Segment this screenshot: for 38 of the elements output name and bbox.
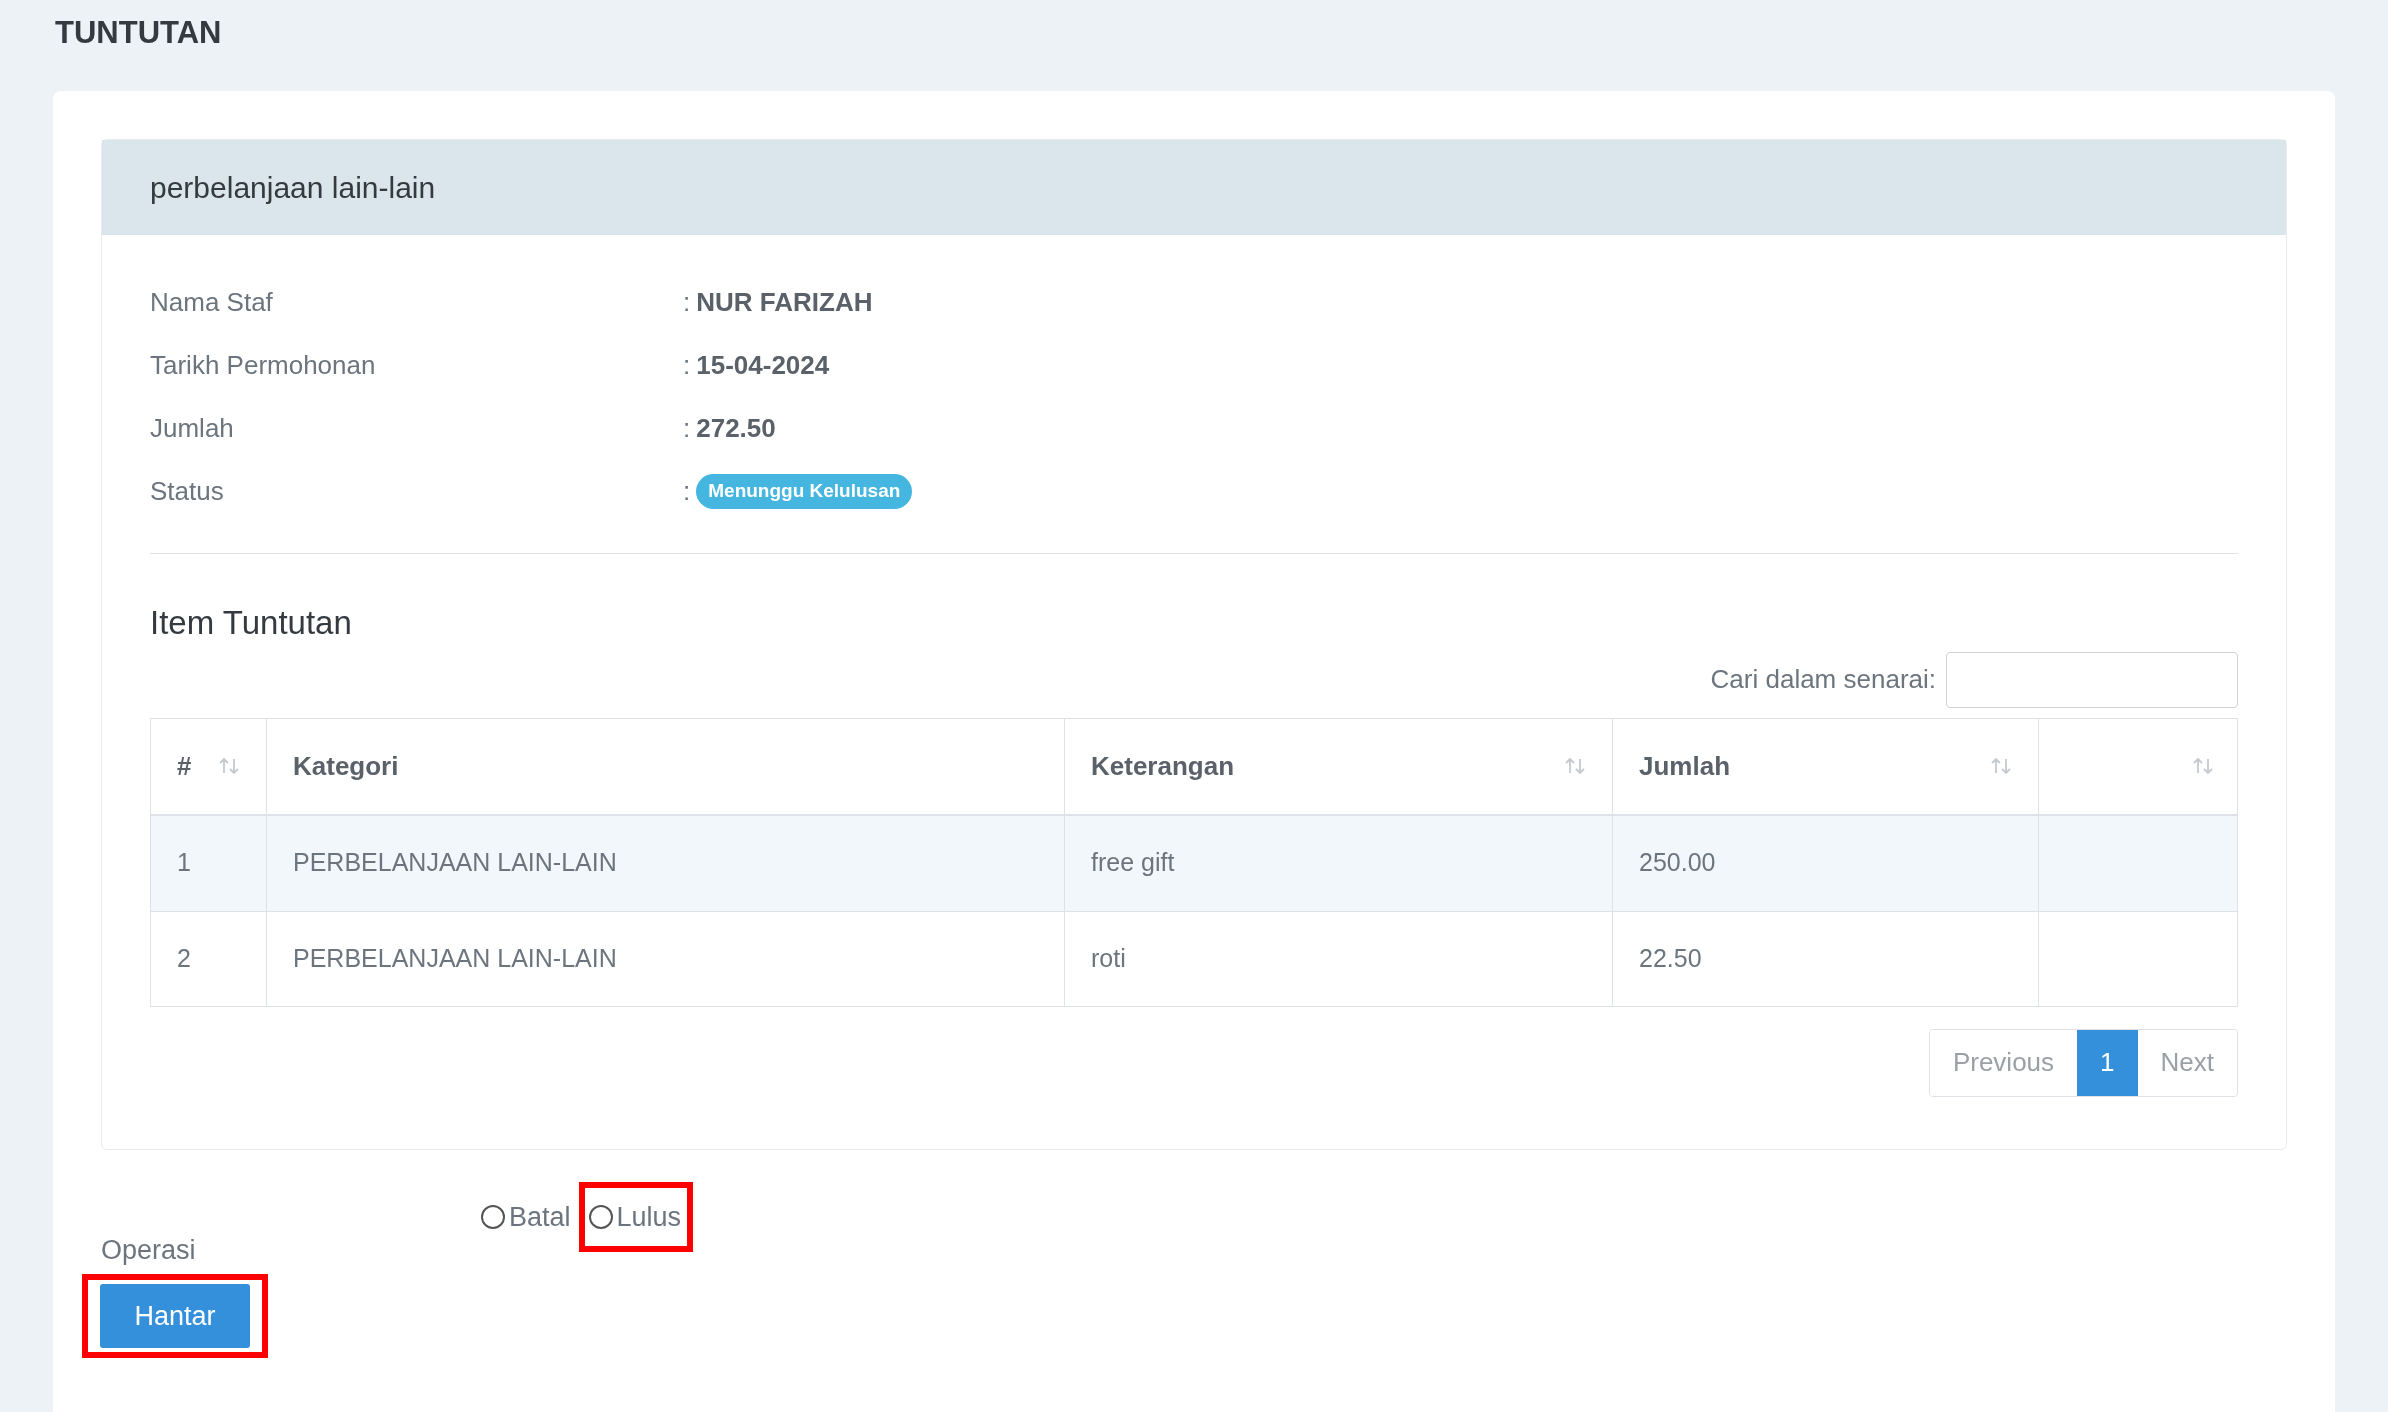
operation-label: Operasi	[101, 1233, 197, 1267]
pagination-button[interactable]: 1	[2077, 1029, 2138, 1096]
sort-icon	[1564, 756, 1586, 776]
detail-value: 272.50	[696, 412, 776, 445]
page-title: TUNTUTAN	[55, 14, 222, 52]
table-cell-text: PERBELANJAAN LAIN-LAIN	[293, 847, 617, 879]
status-badge: Menunggu Kelulusan	[696, 474, 913, 509]
section-title: Item Tuntutan	[150, 604, 352, 641]
colon: :	[683, 349, 691, 382]
column-header[interactable]: Keterangan	[1064, 718, 1612, 814]
table-cell-text: free gift	[1091, 847, 1175, 879]
table-cell-text: 2	[177, 942, 191, 974]
detail-label: Status	[150, 475, 225, 508]
column-header[interactable]: #	[151, 718, 266, 814]
sort-icon	[2192, 756, 2214, 776]
submit-button[interactable]: Hantar	[100, 1284, 250, 1348]
sort-icon	[1990, 756, 2012, 776]
detail-label: Tarikh Permohonan	[150, 349, 377, 382]
column-header[interactable]: Jumlah	[1612, 718, 2038, 814]
colon: :	[683, 475, 691, 508]
detail-value: NUR FARIZAH	[696, 286, 873, 319]
colon: :	[683, 412, 691, 445]
table-cell-text: PERBELANJAAN LAIN-LAIN	[293, 942, 617, 974]
detail-label: Nama Staf	[150, 286, 274, 319]
detail-value: 15-04-2024	[696, 349, 830, 382]
radio-option[interactable]: Batal	[481, 1196, 573, 1237]
table-cell-text: 22.50	[1639, 942, 1702, 974]
table-cell-text: 250.00	[1639, 847, 1716, 879]
radio-option[interactable]: Lulus	[588, 1196, 684, 1237]
column-header[interactable]: Kategori	[266, 718, 1064, 814]
table-cell-text: roti	[1091, 942, 1126, 974]
search-field[interactable]	[1946, 651, 2238, 708]
detail-label: Jumlah	[150, 412, 235, 445]
sort-icon	[218, 756, 240, 776]
table-cell-text: 1	[177, 847, 191, 879]
search-label: Cari dalam senarai:	[1710, 663, 1936, 696]
panel-title: perbelanjaan lain-lain	[150, 170, 436, 206]
colon: :	[683, 286, 691, 319]
